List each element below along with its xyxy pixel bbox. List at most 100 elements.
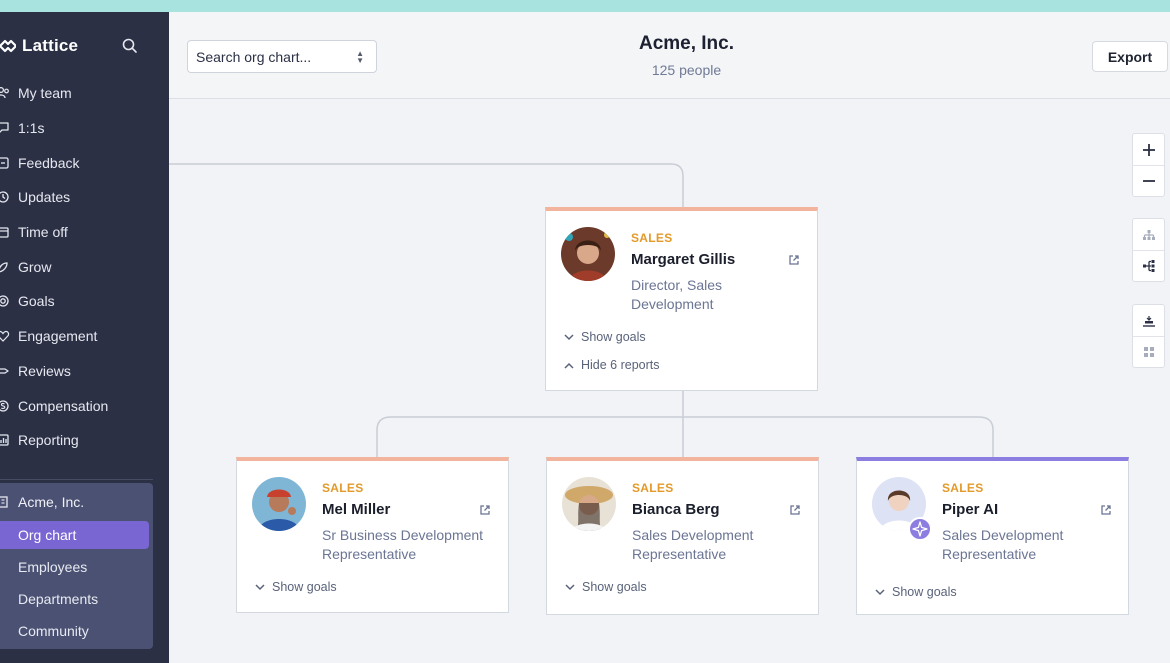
hide-reports-toggle[interactable]: Hide 6 reports: [564, 358, 660, 372]
sidebar-item-reviews[interactable]: Reviews: [0, 354, 169, 389]
person-name[interactable]: Bianca Berg: [632, 501, 720, 518]
sidebar-item-org-chart[interactable]: Org chart: [0, 521, 149, 549]
search-placeholder: Search org chart...: [196, 48, 312, 65]
align-button[interactable]: [1133, 305, 1164, 336]
company-section: Acme, Inc. Org chart Employees Departmen…: [0, 483, 153, 649]
main-nav: My team 1:1s Feedback Updates Time off G…: [0, 76, 169, 458]
zoom-in-icon: [1142, 143, 1155, 156]
company-name: Acme, Inc.: [18, 494, 85, 510]
page-title: Acme, Inc.: [638, 33, 735, 54]
sidebar-subitem-label: Employees: [18, 559, 88, 575]
hide-reports-label: Hide 6 reports: [581, 358, 660, 372]
layout-controls: [1132, 218, 1165, 282]
sidebar-subitem-label: Departments: [18, 591, 99, 607]
search-icon[interactable]: [121, 37, 139, 55]
manager-card[interactable]: SALES Margaret Gillis Director, Sales De…: [545, 207, 818, 391]
money-icon: [0, 399, 9, 412]
zoom-out-button[interactable]: [1133, 165, 1164, 196]
job-title-line: Sales Development: [632, 527, 754, 543]
avatar-image: [252, 477, 306, 531]
department-label: SALES: [631, 231, 673, 245]
building-icon: [0, 496, 8, 508]
lattice-logo-icon: [0, 39, 16, 53]
zoom-out-icon: [1142, 180, 1155, 182]
view-controls: [1132, 304, 1165, 368]
department-label: SALES: [322, 481, 364, 495]
vertical-layout-button[interactable]: [1133, 219, 1164, 250]
sidebar-subitem-label: Org chart: [18, 527, 77, 543]
external-link-icon[interactable]: [479, 504, 491, 516]
chat-icon: [0, 122, 9, 133]
report-card[interactable]: SALES Bianca Berg Sales Development Repr…: [546, 457, 819, 615]
export-button[interactable]: Export: [1092, 41, 1168, 72]
external-link-icon[interactable]: [789, 504, 801, 516]
grid-view-button[interactable]: [1133, 336, 1164, 367]
hierarchy-horizontal-icon: [1142, 260, 1154, 272]
person-name[interactable]: Mel Miller: [322, 501, 390, 518]
feedback-icon: [0, 157, 9, 169]
zoom-in-button[interactable]: [1133, 134, 1164, 165]
sidebar-item-one-on-ones[interactable]: 1:1s: [0, 111, 169, 146]
sidebar-item-label: Goals: [18, 293, 55, 310]
show-goals-label: Show goals: [581, 330, 646, 344]
avatar-bianca-berg: [562, 477, 616, 531]
person-name[interactable]: Margaret Gillis: [631, 251, 735, 268]
sidebar-item-goals[interactable]: Goals: [0, 284, 169, 319]
sidebar-item-label: Grow: [18, 258, 52, 275]
horizontal-layout-button[interactable]: [1133, 250, 1164, 281]
sidebar-item-grow[interactable]: Grow: [0, 249, 169, 284]
sidebar-item-label: Time off: [18, 224, 68, 241]
align-icon: [1142, 315, 1155, 327]
sidebar-item-label: My team: [18, 85, 72, 102]
show-goals-label: Show goals: [272, 580, 337, 594]
sidebar-item-feedback[interactable]: Feedback: [0, 145, 169, 180]
sidebar-item-engagement[interactable]: Engagement: [0, 319, 169, 354]
show-goals-toggle[interactable]: Show goals: [255, 580, 337, 594]
heart-icon: [0, 331, 10, 343]
hierarchy-vertical-icon: [1142, 229, 1155, 240]
avatar-mel-miller: [252, 477, 306, 531]
reviews-icon: [0, 368, 9, 374]
sidebar-item-reporting[interactable]: Reporting: [0, 423, 169, 458]
department-label: SALES: [942, 481, 984, 495]
target-icon: [0, 295, 9, 308]
calendar-icon: [0, 227, 9, 238]
person-name[interactable]: Piper AI: [942, 501, 998, 518]
job-title-line: Sales Development: [942, 527, 1064, 543]
sidebar-item-time-off[interactable]: Time off: [0, 215, 169, 250]
org-chart-canvas[interactable]: SALES Margaret Gillis Director, Sales De…: [169, 99, 1170, 663]
avatar-image: [561, 227, 615, 281]
sidebar-item-community[interactable]: Community: [0, 617, 149, 645]
sidebar-item-compensation[interactable]: Compensation: [0, 388, 169, 423]
lattice-logo[interactable]: Lattice: [0, 36, 78, 56]
sidebar-divider: [0, 479, 153, 480]
sidebar-item-employees[interactable]: Employees: [0, 553, 149, 581]
grid-icon: [1143, 347, 1154, 357]
sidebar-item-my-team[interactable]: My team: [0, 76, 169, 111]
company-header[interactable]: Acme, Inc.: [0, 491, 153, 513]
job-title-line: Representative: [942, 546, 1037, 562]
sidebar-item-label: Compensation: [18, 397, 109, 414]
report-card-ai[interactable]: SALES Piper AI Sales Development Represe…: [856, 457, 1129, 615]
show-goals-toggle[interactable]: Show goals: [875, 585, 957, 599]
chevron-down-icon: [875, 588, 885, 595]
external-link-icon[interactable]: [1100, 504, 1112, 516]
select-arrows-icon: ▲ ▼: [356, 49, 364, 65]
sidebar: Lattice My team 1:1s Feedback Updates Ti…: [0, 12, 169, 663]
report-card[interactable]: SALES Mel Miller Sr Business Development…: [236, 457, 509, 613]
job-title-line: Director, Sales: [631, 277, 723, 293]
chevron-down-icon: [255, 583, 265, 590]
show-goals-toggle[interactable]: Show goals: [564, 330, 646, 344]
sidebar-item-departments[interactable]: Departments: [0, 585, 149, 613]
sidebar-item-updates[interactable]: Updates: [0, 180, 169, 215]
top-accent-strip: [0, 0, 1170, 12]
chevron-down-icon: [564, 333, 574, 340]
external-link-icon[interactable]: [788, 254, 800, 266]
org-chart-search[interactable]: Search org chart... ▲ ▼: [187, 40, 377, 73]
updates-icon: [0, 191, 9, 204]
people-count: 125 people: [651, 62, 722, 78]
show-goals-label: Show goals: [892, 585, 957, 599]
avatar-image: [562, 477, 616, 531]
sidebar-subitem-label: Community: [18, 623, 89, 639]
show-goals-toggle[interactable]: Show goals: [565, 580, 647, 594]
